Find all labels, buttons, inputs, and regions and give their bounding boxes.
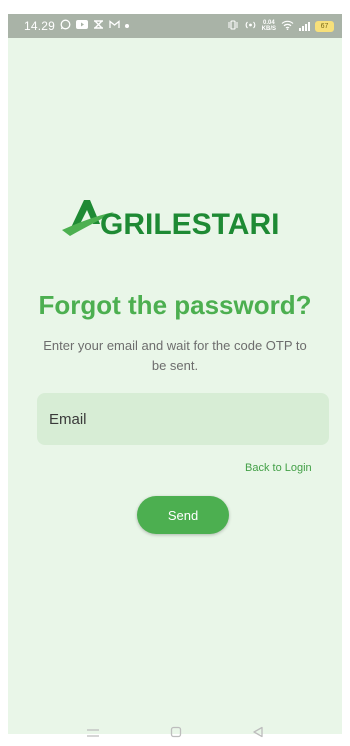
signal-icon [299, 21, 310, 31]
battery-icon: 67 [315, 20, 334, 32]
network-speed-unit: KB/S [261, 26, 276, 32]
app-logo: GRILESTARI [8, 190, 342, 242]
status-bar-left: 14.29 [24, 19, 130, 33]
system-nav-bar [0, 722, 350, 746]
hotspot-icon [244, 20, 257, 33]
youtube-icon [76, 20, 89, 32]
whatsapp-icon [60, 19, 71, 33]
email-field[interactable] [37, 393, 329, 445]
menu-icon[interactable] [86, 725, 100, 743]
home-icon[interactable] [170, 725, 182, 743]
gmail-icon [109, 20, 120, 32]
back-icon[interactable] [252, 725, 264, 743]
app-screen: 14.29 0.04 KB/S 67 GRILESTARI Forgot the… [8, 14, 342, 734]
capcut-icon [93, 20, 104, 32]
vibrate-icon [227, 19, 239, 33]
notification-dot-icon [125, 24, 130, 28]
back-to-login-link[interactable]: Back to Login [245, 462, 312, 474]
page-subtitle: Enter your email and wait for the code O… [43, 338, 307, 373]
status-bar: 14.29 0.04 KB/S 67 [8, 14, 342, 38]
network-speed: 0.04 KB/S [262, 20, 276, 32]
status-bar-right: 0.04 KB/S 67 [227, 19, 334, 33]
brand-name: GRILESTARI [100, 208, 279, 241]
page-title: Forgot the password? [38, 290, 312, 320]
wifi-icon [281, 20, 294, 33]
status-time: 14.29 [24, 19, 56, 33]
send-button[interactable]: Send [137, 496, 229, 534]
